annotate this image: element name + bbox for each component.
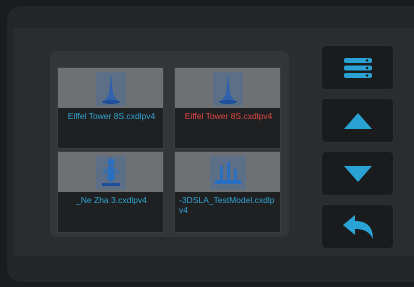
menu-list-icon <box>343 57 372 78</box>
file-thumbnail <box>175 68 280 108</box>
file-thumbnail <box>175 152 280 192</box>
file-browser-panel: Eiffel Tower 8S.cxdlpv4 Eiffel Tower 8S.… <box>50 51 289 237</box>
menu-button[interactable] <box>321 45 394 90</box>
file-name: Eiffel Tower 8S.cxdlpv4 <box>67 111 156 121</box>
file-tile[interactable]: _Ne Zha 3.cxdlpv4 <box>57 151 164 233</box>
scroll-down-button[interactable] <box>321 151 394 196</box>
back-arrow-icon <box>342 214 373 239</box>
tower-model-icon <box>95 72 126 106</box>
test-model-icon <box>209 156 246 190</box>
file-name: Eiffel Tower 8S.cxdlpv4 <box>184 111 273 121</box>
back-button[interactable] <box>321 204 394 249</box>
file-thumbnail <box>58 68 163 108</box>
file-name: _Ne Zha 3.cxdlpv4 <box>76 195 147 205</box>
tower-model-icon <box>212 72 243 106</box>
arrow-down-icon <box>343 165 372 182</box>
arrow-up-icon <box>343 112 372 129</box>
file-name: -3DSLA_TestModel.cxdlpv4 <box>179 195 275 215</box>
scroll-up-button[interactable] <box>321 98 394 143</box>
file-thumbnail <box>58 152 163 192</box>
figure-model-icon <box>95 156 126 190</box>
file-tile[interactable]: -3DSLA_TestModel.cxdlpv4 <box>174 151 281 233</box>
file-tile-selected[interactable]: Eiffel Tower 8S.cxdlpv4 <box>174 67 281 149</box>
file-tile[interactable]: Eiffel Tower 8S.cxdlpv4 <box>57 67 164 149</box>
